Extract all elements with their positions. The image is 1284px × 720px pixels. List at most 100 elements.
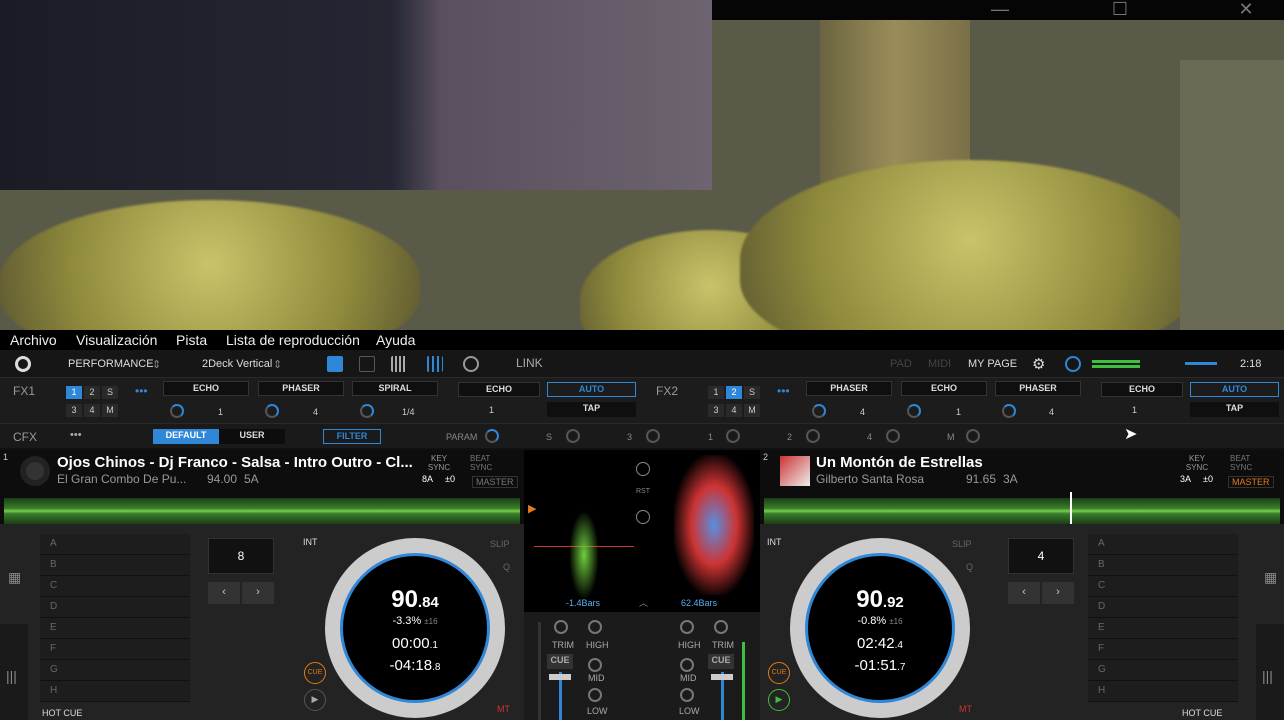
sampler-view-icon[interactable] bbox=[359, 356, 375, 372]
ch2-trim-knob[interactable] bbox=[714, 620, 728, 634]
deck2-mastertempo-button[interactable]: MT bbox=[959, 704, 972, 714]
deck1-jog-wheel[interactable]: 90.84 -3.3% ±16 00:00.1 -04:18.8 bbox=[325, 538, 505, 718]
deck2-beatsync-button[interactable]: BEAT SYNC bbox=[1230, 454, 1264, 472]
layout-select[interactable]: 2Deck Vertical bbox=[202, 358, 272, 370]
hotcue-pad-d[interactable]: D bbox=[1088, 597, 1238, 618]
close-button[interactable]: ✕ bbox=[1226, 0, 1266, 20]
menu-lista[interactable]: Lista de reproducción bbox=[226, 332, 360, 348]
deck1-mastertempo-button[interactable]: MT bbox=[497, 704, 510, 714]
ch1-mid-knob[interactable] bbox=[588, 658, 602, 672]
fx1-slot-3[interactable]: 3 bbox=[66, 404, 82, 417]
hotcue-pad-h[interactable]: H bbox=[1088, 681, 1238, 702]
fx1-tap-button[interactable]: TAP bbox=[547, 402, 636, 417]
fx2-tap-button[interactable]: TAP bbox=[1190, 402, 1279, 417]
hotcue-pad-e[interactable]: E bbox=[1088, 618, 1238, 639]
ch1-fader[interactable] bbox=[549, 674, 571, 680]
master-volume-knob[interactable] bbox=[1065, 356, 1081, 372]
menu-lines-icon[interactable]: ||| bbox=[0, 624, 28, 720]
pad-button[interactable]: PAD bbox=[890, 358, 912, 370]
fx1-effect-3[interactable]: SPIRAL bbox=[352, 381, 438, 396]
ch1-cue-button[interactable]: CUE bbox=[547, 654, 573, 669]
fx2-knob-1[interactable] bbox=[812, 404, 826, 418]
cfx-default-button[interactable]: DEFAULT bbox=[153, 429, 219, 444]
ch2-high-knob[interactable] bbox=[680, 620, 694, 634]
ch2-mid-knob[interactable] bbox=[680, 658, 694, 672]
chevron-left-icon[interactable]: ‹ bbox=[1008, 582, 1040, 604]
deck1-slip-button[interactable]: SLIP bbox=[490, 539, 510, 549]
hotcue-pad-f[interactable]: F bbox=[1088, 639, 1238, 660]
deck2-master-button[interactable]: MASTER bbox=[1228, 476, 1274, 488]
more-icon[interactable]: ••• bbox=[135, 384, 148, 398]
link-button[interactable]: LINK bbox=[516, 356, 543, 370]
hotcue-pad-f[interactable]: F bbox=[40, 639, 190, 660]
hotcue-pad-g[interactable]: G bbox=[1088, 660, 1238, 681]
deck2-jog-wheel[interactable]: 90.92 -0.8% ±16 02:42.4 -01:51.7 bbox=[790, 538, 970, 718]
cfx-filter-button[interactable]: FILTER bbox=[323, 429, 381, 444]
menu-pista[interactable]: Pista bbox=[176, 332, 207, 348]
fx1-slot-4[interactable]: 4 bbox=[84, 404, 100, 417]
hotcue-pad-d[interactable]: D bbox=[40, 597, 190, 618]
hotcue-pad-h[interactable]: H bbox=[40, 681, 190, 702]
fx1-knob-3[interactable] bbox=[360, 404, 374, 418]
fx2-slot-3[interactable]: 3 bbox=[708, 404, 724, 417]
maximize-button[interactable]: ☐ bbox=[1100, 0, 1140, 20]
rekordbox-logo-icon[interactable] bbox=[15, 356, 31, 372]
fx2-effect-1[interactable]: PHASER bbox=[806, 381, 892, 396]
cfx-param-knob[interactable] bbox=[485, 429, 499, 443]
ch1-low-knob[interactable] bbox=[588, 688, 602, 702]
fx2-slot-m[interactable]: M bbox=[744, 404, 760, 417]
cfx-knob-3[interactable] bbox=[646, 429, 660, 443]
zoom-out-icon[interactable] bbox=[636, 510, 650, 524]
deck1-master-button[interactable]: MASTER bbox=[472, 476, 518, 488]
fx1-knob-2[interactable] bbox=[265, 404, 279, 418]
chevron-right-icon[interactable]: › bbox=[1042, 582, 1074, 604]
cfx-knob-1[interactable] bbox=[726, 429, 740, 443]
fx1-slot-m[interactable]: M bbox=[102, 404, 118, 417]
chevron-right-icon[interactable]: › bbox=[242, 582, 274, 604]
ch2-fader[interactable] bbox=[711, 674, 733, 680]
fx2-slot-4[interactable]: 4 bbox=[726, 404, 742, 417]
deck2-keysync-button[interactable]: KEY SYNC bbox=[1180, 454, 1214, 472]
fx2-slot-2[interactable]: 2 bbox=[726, 386, 742, 399]
deck1-int-label[interactable]: INT bbox=[303, 537, 318, 547]
menu-archivo[interactable]: Archivo bbox=[10, 332, 57, 348]
ch2-low-knob[interactable] bbox=[680, 688, 694, 702]
deck2-play-button[interactable]: ▶ bbox=[768, 689, 790, 711]
chevron-left-icon[interactable]: ‹ bbox=[208, 582, 240, 604]
deck1-beatsync-button[interactable]: BEAT SYNC bbox=[470, 454, 504, 472]
fx2-slot-1[interactable]: 1 bbox=[708, 386, 724, 399]
fx1-effect-2[interactable]: PHASER bbox=[258, 381, 344, 396]
menu-lines-icon[interactable]: ||| bbox=[1256, 624, 1284, 720]
center-waveform-panel[interactable]: ▶ RST -1.4Bars 62.4Bars ︿ bbox=[524, 450, 760, 612]
fx1-auto-button[interactable]: AUTO bbox=[547, 382, 636, 397]
cfx-knob-m[interactable] bbox=[966, 429, 980, 443]
hotcue-pad-b[interactable]: B bbox=[40, 555, 190, 576]
cfx-knob-4[interactable] bbox=[886, 429, 900, 443]
mixer-view-icon[interactable] bbox=[427, 356, 443, 372]
fx1-slot-s[interactable]: S bbox=[102, 386, 118, 399]
grid-icon[interactable]: ▦ bbox=[8, 569, 21, 586]
fx1-effect-1[interactable]: ECHO bbox=[163, 381, 249, 396]
zoom-in-icon[interactable] bbox=[636, 462, 650, 476]
deck1-cue-button[interactable]: CUE bbox=[304, 662, 326, 684]
hotcue-pad-a[interactable]: A bbox=[1088, 534, 1238, 555]
deck1-keysync-button[interactable]: KEY SYNC bbox=[422, 454, 456, 472]
deck1-beatjump-value[interactable]: 8 bbox=[208, 538, 274, 574]
hotcue-pad-c[interactable]: C bbox=[1088, 576, 1238, 597]
cfx-knob-2[interactable] bbox=[806, 429, 820, 443]
fx2-effect-3[interactable]: PHASER bbox=[995, 381, 1081, 396]
ch1-trim-knob[interactable] bbox=[554, 620, 568, 634]
fx2-beat-effect[interactable]: ECHO bbox=[1101, 382, 1183, 397]
fx-view-icon[interactable] bbox=[327, 356, 343, 372]
grid-view-icon[interactable] bbox=[391, 356, 407, 372]
deck2-overview-waveform[interactable] bbox=[764, 498, 1280, 524]
fx1-beat-effect[interactable]: ECHO bbox=[458, 382, 540, 397]
collapse-icon[interactable]: ︿ bbox=[639, 596, 648, 609]
fx1-knob-1[interactable] bbox=[170, 404, 184, 418]
mypage-button[interactable]: MY PAGE bbox=[968, 358, 1017, 370]
hotcue-pad-e[interactable]: E bbox=[40, 618, 190, 639]
cfx-knob-s[interactable] bbox=[566, 429, 580, 443]
fx2-effect-2[interactable]: ECHO bbox=[901, 381, 987, 396]
fx2-auto-button[interactable]: AUTO bbox=[1190, 382, 1279, 397]
deck1-quantize-button[interactable]: Q bbox=[503, 562, 510, 572]
